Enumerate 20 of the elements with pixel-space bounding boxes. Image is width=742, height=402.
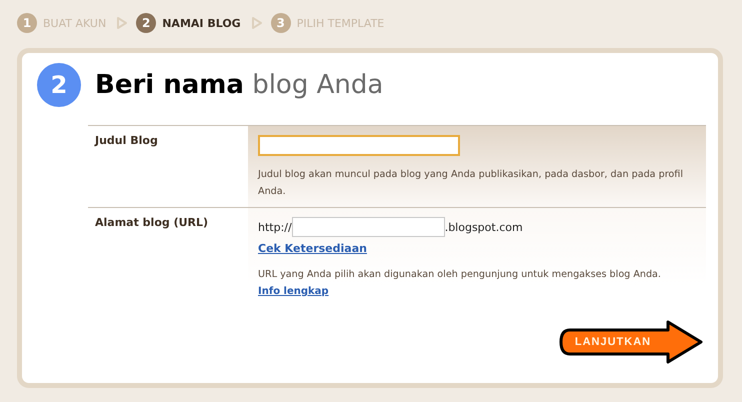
step-number: 3: [270, 13, 291, 33]
input-field[interactable]: [292, 217, 445, 237]
url-prefix: http://: [258, 220, 292, 234]
step-label: NAMAI BLOG: [162, 16, 241, 30]
arrow-icon: [250, 16, 263, 30]
hint-text: Judul blog akan muncul pada blog yang Anda publikasikan, pada dasbor, dan pada profil Anda.: [258, 168, 684, 199]
hint-text: URL yang Anda pilih akan digunakan oleh pengunjung untuk mengakses blog Anda. Info lengkap: [258, 268, 662, 299]
info-link[interactable]: Info lengkap: [258, 286, 329, 297]
arrow-icon: [116, 16, 128, 30]
step-number: 2: [136, 13, 156, 33]
page-title: Beri nama blog Anda: [95, 70, 384, 100]
field-label: Alamat blog (URL): [94, 215, 210, 231]
step-number: 1: [17, 13, 37, 33]
input-field[interactable]: [258, 135, 460, 156]
url-suffix: .blogspot.com: [444, 220, 523, 234]
step-label: PILIH TEMPLATE: [296, 16, 384, 30]
check-availability-link[interactable]: Cek Ketersediaan: [258, 242, 367, 255]
step-label: BUAT AKUN: [43, 16, 106, 30]
field-label: Judul Blog: [93, 133, 159, 149]
step-number: 2: [37, 63, 81, 107]
